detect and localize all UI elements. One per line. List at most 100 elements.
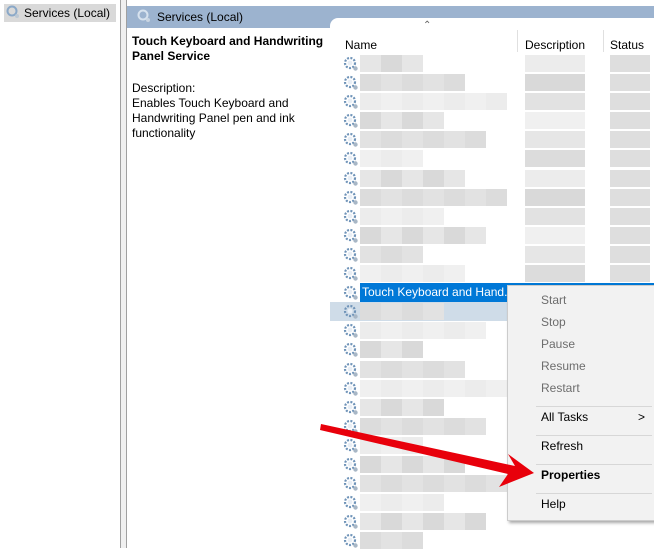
blurred-cell bbox=[423, 188, 444, 206]
menu-item-properties[interactable]: Properties bbox=[541, 468, 600, 482]
blurred-cell bbox=[465, 131, 486, 149]
tree-item-services-local[interactable]: Services (Local) bbox=[4, 4, 117, 22]
service-row[interactable] bbox=[330, 226, 654, 245]
column-header-description[interactable]: Description bbox=[525, 32, 585, 52]
blurred-cell bbox=[444, 226, 465, 244]
service-row[interactable] bbox=[330, 92, 654, 111]
blurred-cell bbox=[381, 436, 402, 454]
blurred-cell bbox=[381, 55, 402, 72]
blurred-cell bbox=[423, 74, 444, 92]
menu-item-resume[interactable]: Resume bbox=[541, 359, 586, 373]
blurred-cell bbox=[465, 322, 486, 340]
menu-item-refresh[interactable]: Refresh bbox=[541, 439, 583, 453]
menu-item-restart[interactable]: Restart bbox=[541, 381, 580, 395]
service-row[interactable] bbox=[330, 169, 654, 188]
services-gear-icon bbox=[6, 5, 20, 22]
menu-item-pause[interactable]: Pause bbox=[541, 337, 575, 351]
menu-item-help[interactable]: Help bbox=[541, 497, 566, 511]
blurred-cell bbox=[525, 169, 585, 187]
menu-item-all-tasks[interactable]: All Tasks bbox=[541, 410, 588, 424]
blurred-cell bbox=[381, 303, 402, 321]
blurred-cell bbox=[610, 74, 650, 92]
blurred-cell bbox=[423, 322, 444, 340]
service-row[interactable] bbox=[330, 73, 654, 92]
blurred-cell bbox=[381, 532, 402, 550]
service-row[interactable] bbox=[330, 54, 654, 73]
blurred-cell bbox=[360, 74, 381, 92]
blurred-cell bbox=[360, 417, 381, 435]
blurred-cell bbox=[381, 207, 402, 225]
blurred-cell bbox=[610, 188, 650, 206]
blurred-cell bbox=[610, 245, 650, 263]
menu-separator bbox=[536, 406, 652, 407]
service-row[interactable] bbox=[330, 188, 654, 207]
blurred-cell bbox=[486, 379, 507, 397]
blurred-cell bbox=[610, 226, 650, 244]
blurred-cell bbox=[360, 55, 381, 72]
blurred-cell bbox=[402, 398, 423, 416]
blurred-cell bbox=[381, 112, 402, 130]
blurred-cell bbox=[381, 417, 402, 435]
blurred-cell bbox=[610, 55, 650, 72]
blurred-cell bbox=[465, 93, 486, 111]
blurred-cell bbox=[610, 93, 650, 111]
blurred-cell bbox=[525, 131, 585, 149]
blurred-cell bbox=[465, 475, 486, 493]
blurred-cell bbox=[444, 131, 465, 149]
blurred-cell bbox=[402, 436, 423, 454]
service-row[interactable] bbox=[330, 245, 654, 264]
service-row[interactable] bbox=[330, 130, 654, 149]
blurred-cell bbox=[402, 131, 423, 149]
column-header-name[interactable]: Name bbox=[345, 32, 377, 52]
blurred-cell bbox=[381, 265, 402, 283]
blurred-cell bbox=[423, 494, 444, 512]
blurred-cell bbox=[465, 188, 486, 206]
blurred-cell bbox=[360, 475, 381, 493]
blurred-cell bbox=[525, 245, 585, 263]
blurred-cell bbox=[360, 265, 381, 283]
blurred-cell bbox=[610, 207, 650, 225]
blurred-cell bbox=[423, 265, 444, 283]
blurred-cell bbox=[381, 494, 402, 512]
blurred-cell bbox=[360, 360, 381, 378]
blurred-cell bbox=[423, 226, 444, 244]
blurred-cell bbox=[360, 188, 381, 206]
blurred-cell bbox=[381, 74, 402, 92]
blurred-cell bbox=[381, 188, 402, 206]
menu-item-stop[interactable]: Stop bbox=[541, 315, 566, 329]
column-separator[interactable] bbox=[603, 30, 604, 52]
blurred-cell bbox=[486, 93, 507, 111]
blurred-cell bbox=[381, 513, 402, 531]
sort-ascending-icon: ⌃ bbox=[423, 20, 432, 31]
menu-separator bbox=[536, 493, 652, 494]
service-row[interactable] bbox=[330, 111, 654, 130]
menu-separator bbox=[536, 435, 652, 436]
blurred-cell bbox=[423, 169, 444, 187]
service-row[interactable] bbox=[330, 149, 654, 168]
menu-item-start[interactable]: Start bbox=[541, 293, 566, 307]
blurred-cell bbox=[381, 379, 402, 397]
column-header-status[interactable]: Status bbox=[610, 32, 644, 52]
blurred-cell bbox=[423, 360, 444, 378]
pane-header-title: Services (Local) bbox=[157, 10, 244, 24]
chevron-right-icon: > bbox=[637, 410, 645, 424]
service-name-heading: Touch Keyboard and Handwriting Panel Ser… bbox=[132, 34, 324, 63]
column-separator[interactable] bbox=[517, 30, 518, 52]
blurred-cell bbox=[610, 131, 650, 149]
blurred-cell bbox=[423, 513, 444, 531]
blurred-cell bbox=[402, 417, 423, 435]
services-gear-icon bbox=[137, 9, 151, 26]
service-row[interactable] bbox=[330, 207, 654, 226]
blurred-cell bbox=[360, 513, 381, 531]
blurred-cell bbox=[423, 93, 444, 111]
service-row[interactable] bbox=[330, 264, 654, 283]
blurred-cell bbox=[423, 398, 444, 416]
blurred-cell bbox=[444, 475, 465, 493]
blurred-cell bbox=[444, 417, 465, 435]
blurred-cell bbox=[402, 93, 423, 111]
blurred-cell bbox=[402, 494, 423, 512]
blurred-cell bbox=[360, 436, 381, 454]
service-gear-icon bbox=[343, 533, 359, 552]
blurred-cell bbox=[525, 188, 585, 206]
blurred-cell bbox=[381, 455, 402, 473]
